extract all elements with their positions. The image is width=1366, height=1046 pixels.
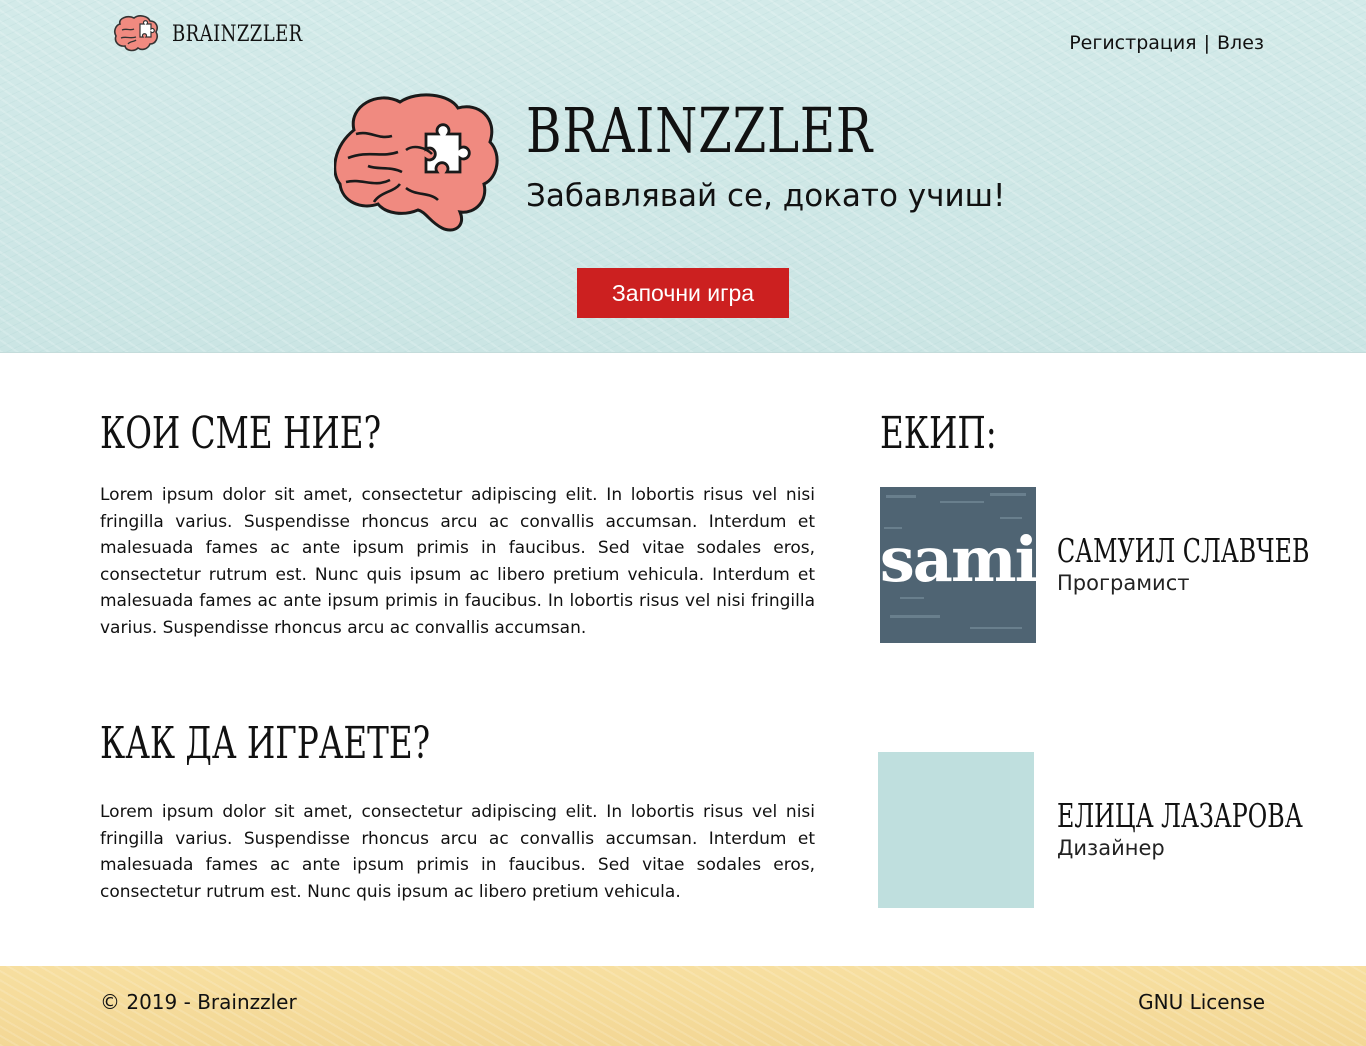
site-logo[interactable]: BRAINZZLER (112, 14, 331, 54)
about-title: КОИ СМЕ НИЕ? (100, 408, 382, 459)
register-link[interactable]: Регистрация (1069, 32, 1196, 54)
member-name-samuil: САМУИЛ СЛАВЧЕВ (1057, 531, 1310, 570)
member-role-samuil: Програмист (1057, 571, 1190, 595)
auth-separator: | (1203, 32, 1211, 54)
howto-text: Lorem ipsum dolor sit amet, consectetur … (100, 802, 815, 902)
footer: © 2019 - Brainzzler GNU License (0, 966, 1366, 1046)
start-game-button[interactable]: Започни игра (577, 268, 789, 318)
member-avatar-samuil: sami (880, 487, 1036, 643)
hero-tagline: Забавлявай се, докато учиш! (526, 178, 1006, 214)
avatar-sami-text: sami (880, 523, 1036, 596)
brain-logo-icon (113, 15, 158, 52)
about-text: Lorem ipsum dolor sit amet, consectetur … (100, 485, 815, 638)
member-avatar-elitsa (878, 752, 1034, 908)
member-role-elitsa: Дизайнер (1057, 836, 1165, 860)
logo-text: BRAINZZLER (172, 21, 303, 47)
login-link[interactable]: Влез (1217, 32, 1264, 54)
brain-puzzle-icon (334, 93, 499, 232)
hero-title: BRAINZZLER (526, 94, 874, 167)
auth-links: Регистрация | Влез (1069, 32, 1264, 54)
license-link[interactable]: GNU License (1138, 990, 1265, 1014)
howto-title: КАК ДА ИГРАЕТЕ? (100, 718, 431, 769)
member-name-elitsa: ЕЛИЦА ЛАЗАРОВА (1057, 796, 1303, 835)
hero-banner: BRAINZZLER Регистрация | Влез BRAINZZLER… (0, 0, 1366, 353)
team-title: ЕКИП: (880, 408, 997, 459)
footer-copyright: © 2019 - Brainzzler (100, 990, 297, 1014)
